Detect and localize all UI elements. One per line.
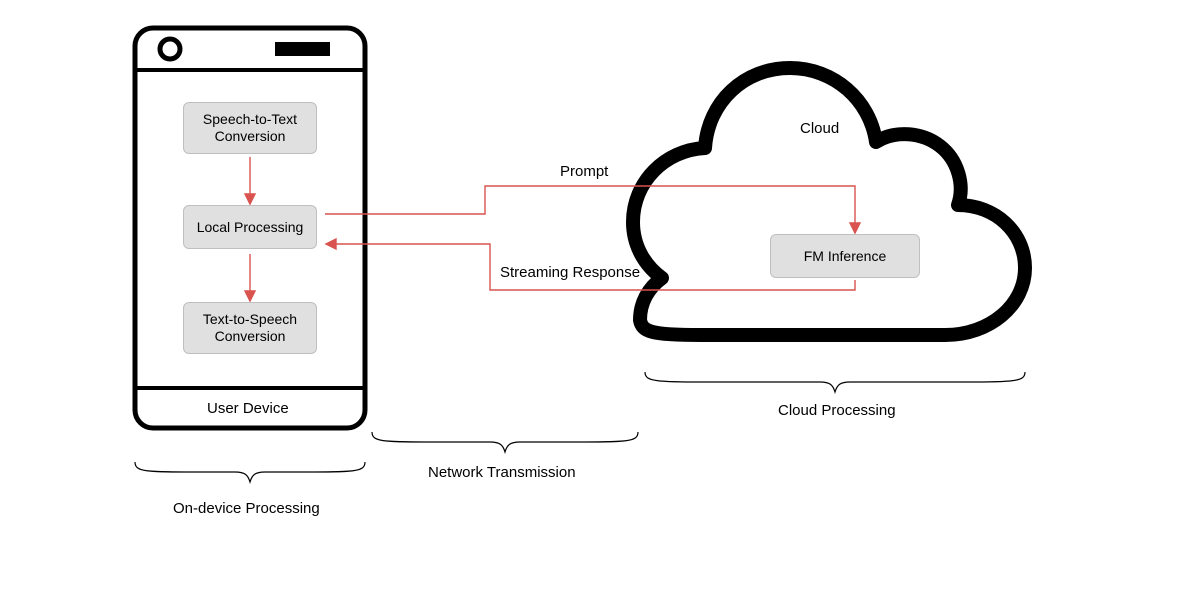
- local-processing-block: Local Processing: [183, 205, 317, 249]
- response-label: Streaming Response: [500, 264, 640, 281]
- diagram-canvas: Speech-to-Text Conversion Local Processi…: [0, 0, 1181, 592]
- fm-inference-block: FM Inference: [770, 234, 920, 278]
- tts-block: Text-to-Speech Conversion: [183, 302, 317, 354]
- cloud-section-label: Cloud Processing: [778, 402, 896, 419]
- on-device-section-label: On-device Processing: [173, 500, 320, 517]
- stt-block: Speech-to-Text Conversion: [183, 102, 317, 154]
- network-section-label: Network Transmission: [428, 464, 576, 481]
- cloud-title: Cloud: [800, 120, 839, 137]
- device-title: User Device: [207, 400, 289, 417]
- prompt-label: Prompt: [560, 163, 608, 180]
- cloud-icon: [633, 68, 1025, 335]
